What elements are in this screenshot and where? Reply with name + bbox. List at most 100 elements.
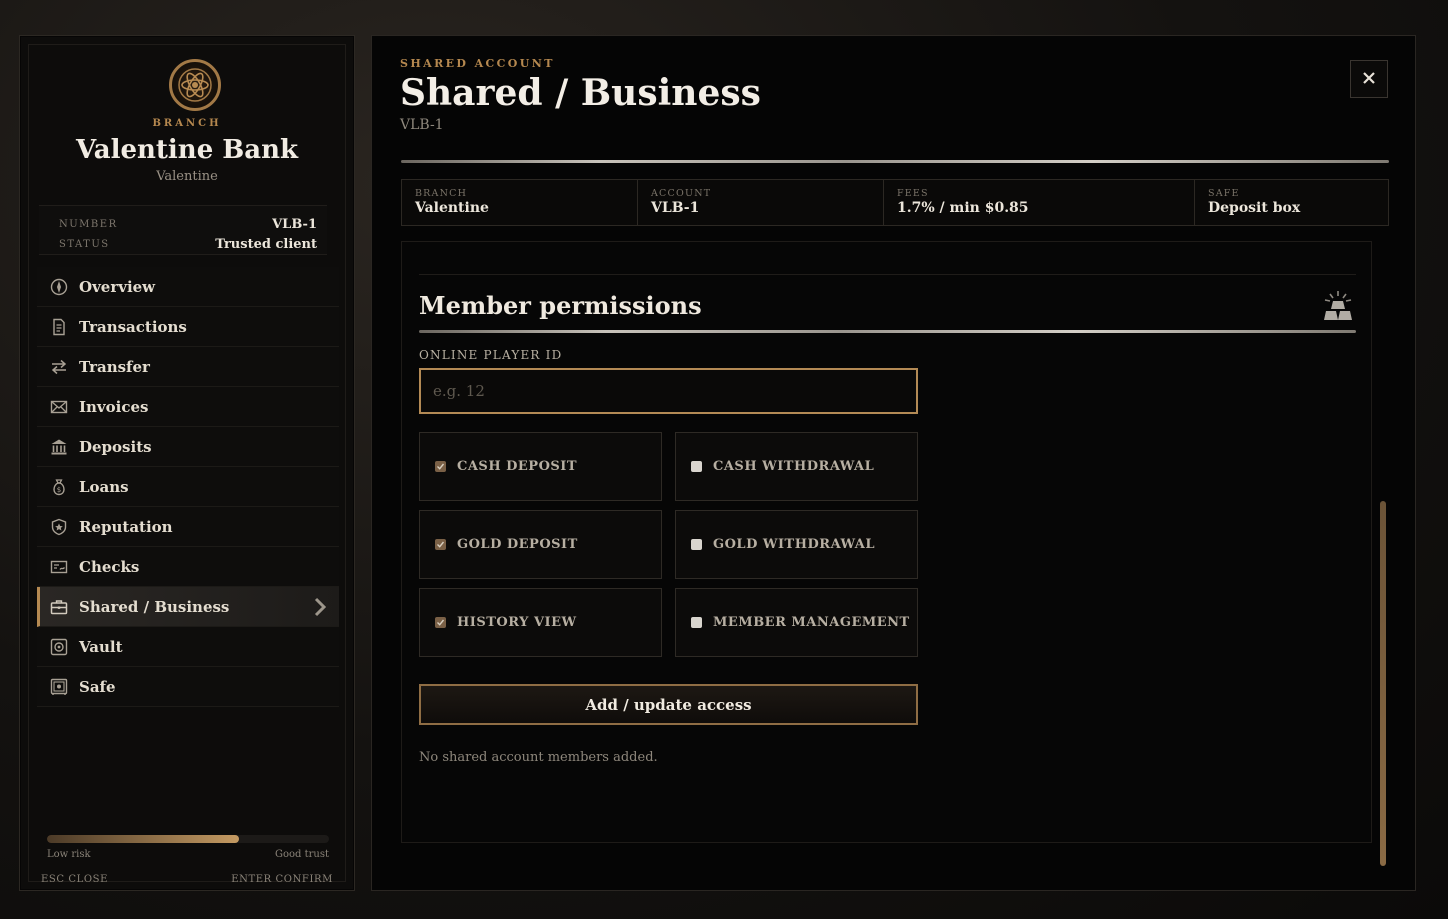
sidebar-frame: BRANCH Valentine Bank Valentine NUMBER V… bbox=[28, 44, 346, 885]
sidebar-item-transactions[interactable]: Transactions bbox=[37, 307, 339, 347]
sidebar-item-label: Overview bbox=[79, 277, 156, 296]
sidebar-item-label: Checks bbox=[79, 557, 140, 576]
sidebar-item-vault[interactable]: Vault bbox=[37, 627, 339, 667]
keyboard-hints: ESC CLOSE ENTER CONFIRM bbox=[41, 874, 333, 885]
info-branch: BRANCH Valentine bbox=[402, 180, 638, 225]
scrollbar[interactable] bbox=[1380, 501, 1386, 866]
sidebar-item-safe[interactable]: Safe bbox=[37, 667, 339, 707]
account-meta: NUMBER VLB-1 STATUS Trusted client bbox=[39, 205, 327, 255]
bank-sidebar: BRANCH Valentine Bank Valentine NUMBER V… bbox=[19, 35, 355, 891]
trust-meter-labels: Low risk Good trust bbox=[47, 849, 329, 860]
sidebar-item-checks[interactable]: Checks bbox=[37, 547, 339, 587]
sidebar-item-label: Shared / Business bbox=[79, 597, 230, 616]
trust-high-label: Good trust bbox=[275, 849, 329, 860]
main-panel: SHARED ACCOUNT Shared / Business VLB-1 B… bbox=[371, 35, 1416, 891]
permission-label: GOLD DEPOSIT bbox=[457, 537, 578, 552]
permission-cash-withdrawal[interactable]: CASH WITHDRAWAL bbox=[675, 432, 918, 501]
section-title: Member permissions bbox=[419, 291, 702, 320]
safe-icon bbox=[50, 678, 68, 696]
briefcase-icon bbox=[50, 598, 68, 616]
permission-gold-deposit[interactable]: GOLD DEPOSIT bbox=[419, 510, 662, 579]
sidebar-item-label: Loans bbox=[79, 477, 129, 496]
chevron-right-icon bbox=[309, 596, 331, 618]
close-button[interactable] bbox=[1350, 60, 1388, 98]
checkbox-gold-withdrawal[interactable] bbox=[691, 539, 702, 550]
add-update-access-button[interactable]: Add / update access bbox=[419, 684, 918, 725]
overview-icon bbox=[50, 278, 68, 296]
info-account: ACCOUNT VLB-1 bbox=[638, 180, 884, 225]
vault-icon bbox=[50, 638, 68, 656]
enter-confirm-hint: ENTER CONFIRM bbox=[231, 874, 333, 885]
info-value: VLB-1 bbox=[651, 200, 700, 216]
permission-label: CASH DEPOSIT bbox=[457, 459, 578, 474]
check-icon bbox=[50, 558, 68, 576]
sidebar-item-invoices[interactable]: Invoices bbox=[37, 387, 339, 427]
transactions-icon bbox=[50, 318, 68, 336]
meta-value: VLB-1 bbox=[272, 216, 317, 232]
player-id-label: ONLINE PLAYER ID bbox=[419, 348, 563, 362]
money-bag-icon: $ bbox=[50, 478, 68, 496]
bank-name: Valentine Bank bbox=[75, 135, 299, 165]
sidebar-item-shared-business[interactable]: Shared / Business bbox=[37, 587, 339, 627]
transfer-icon bbox=[50, 358, 68, 376]
trust-meter bbox=[47, 835, 329, 843]
checkbox-cash-withdrawal[interactable] bbox=[691, 461, 702, 472]
sidebar-item-label: Transfer bbox=[79, 357, 150, 376]
account-code: VLB-1 bbox=[400, 117, 444, 133]
bank-emblem-icon bbox=[169, 59, 221, 111]
info-key: ACCOUNT bbox=[651, 188, 712, 199]
permission-member-management[interactable]: MEMBER MANAGEMENT bbox=[675, 588, 918, 657]
info-key: BRANCH bbox=[415, 188, 468, 199]
sidebar-item-label: Deposits bbox=[79, 437, 152, 456]
branch-kicker: BRANCH bbox=[152, 118, 222, 129]
permission-label: MEMBER MANAGEMENT bbox=[713, 615, 910, 630]
sidebar-item-transfer[interactable]: Transfer bbox=[37, 347, 339, 387]
section-divider bbox=[419, 330, 1356, 333]
sidebar-item-label: Safe bbox=[79, 677, 116, 696]
permission-history-view[interactable]: HISTORY VIEW bbox=[419, 588, 662, 657]
info-value: 1.7% / min $0.85 bbox=[897, 200, 1029, 216]
permissions-card: Member permissions ONLINE PLAYER ID CASH… bbox=[401, 241, 1372, 843]
empty-members-note: No shared account members added. bbox=[419, 750, 658, 765]
player-id-input[interactable] bbox=[419, 368, 918, 414]
close-icon bbox=[1362, 70, 1376, 89]
checkbox-history-view[interactable] bbox=[435, 617, 446, 628]
info-value: Valentine bbox=[415, 200, 489, 216]
sidebar-item-label: Invoices bbox=[79, 397, 149, 416]
permission-gold-withdrawal[interactable]: GOLD WITHDRAWAL bbox=[675, 510, 918, 579]
card-divider bbox=[419, 274, 1356, 275]
shield-icon bbox=[50, 518, 68, 536]
sidebar-item-overview[interactable]: Overview bbox=[37, 267, 339, 307]
info-fees: FEES 1.7% / min $0.85 bbox=[884, 180, 1195, 225]
permission-cash-deposit[interactable]: CASH DEPOSIT bbox=[419, 432, 662, 501]
bank-icon bbox=[50, 438, 68, 456]
info-key: FEES bbox=[897, 188, 929, 199]
meta-value: Trusted client bbox=[215, 236, 317, 252]
checkbox-member-management[interactable] bbox=[691, 617, 702, 628]
esc-close-hint: ESC CLOSE bbox=[41, 874, 109, 885]
svg-text:$: $ bbox=[57, 486, 61, 494]
checkbox-cash-deposit[interactable] bbox=[435, 461, 446, 472]
info-value: Deposit box bbox=[1208, 200, 1301, 216]
meta-row-status: STATUS Trusted client bbox=[59, 236, 317, 252]
sidebar-item-label: Vault bbox=[79, 637, 123, 656]
checkbox-gold-deposit[interactable] bbox=[435, 539, 446, 550]
trust-meter-fill bbox=[47, 835, 239, 843]
permission-label: GOLD WITHDRAWAL bbox=[713, 537, 876, 552]
permission-label: CASH WITHDRAWAL bbox=[713, 459, 875, 474]
trust-low-label: Low risk bbox=[47, 849, 91, 860]
scrollbar-thumb[interactable] bbox=[1380, 501, 1386, 866]
page-title: Shared / Business bbox=[400, 72, 761, 114]
sidebar-item-deposits[interactable]: Deposits bbox=[37, 427, 339, 467]
header-divider bbox=[401, 160, 1389, 163]
invoices-icon bbox=[50, 398, 68, 416]
sidebar-item-loans[interactable]: $ Loans bbox=[37, 467, 339, 507]
sidebar-item-reputation[interactable]: Reputation bbox=[37, 507, 339, 547]
page-kicker: SHARED ACCOUNT bbox=[400, 57, 555, 70]
gold-bars-icon bbox=[1320, 289, 1356, 325]
account-info-strip: BRANCH Valentine ACCOUNT VLB-1 FEES 1.7%… bbox=[401, 179, 1389, 226]
permission-label: HISTORY VIEW bbox=[457, 615, 577, 630]
bank-city: Valentine bbox=[156, 169, 218, 184]
sidebar-nav: Overview Transactions Transfer Invoices bbox=[37, 267, 339, 707]
info-key: SAFE bbox=[1208, 188, 1240, 199]
